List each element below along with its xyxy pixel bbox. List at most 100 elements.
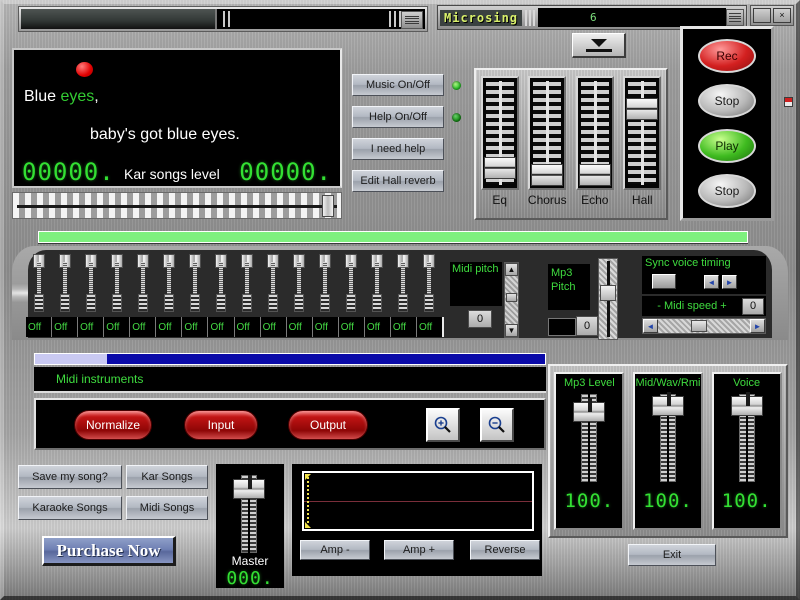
scroll-down-button[interactable]: ▼ [505,324,518,337]
sync-toggle-button[interactable] [652,274,676,289]
fx-fader-chorus[interactable]: Chorus [526,76,568,207]
zoom-in-button[interactable] [426,408,460,442]
midi-speed-value[interactable]: 0 [742,297,764,315]
menu-bar-field[interactable] [214,9,425,29]
waveform-cursor[interactable] [307,477,309,525]
speed-right-button[interactable]: ► [750,319,765,333]
mp3-pitch-field[interactable] [548,318,576,336]
fader-slot[interactable] [651,392,685,482]
fader-thumb[interactable] [578,163,611,186]
midi-fader[interactable] [80,254,102,312]
midi-speed-scrollbar[interactable]: ◄ ► [642,318,766,334]
sync-next-button[interactable]: ► [722,275,737,289]
fader-thumb[interactable] [626,97,659,120]
fader-thumb[interactable] [730,392,763,416]
midi-fader[interactable] [132,254,154,312]
fader-slot[interactable] [623,76,662,190]
song-position-slider[interactable] [12,192,342,219]
midi-channel-state[interactable]: Off [417,317,442,337]
level-fader-mp3[interactable]: Mp3 Level 100. [554,372,625,530]
marker-start-bottom-icon[interactable] [305,522,311,528]
midi-fader[interactable] [236,254,258,312]
save-my-song-button[interactable]: Save my song? [18,465,122,489]
midi-channel-state[interactable]: Off [261,317,287,337]
midi-channel-state[interactable]: Off [235,317,261,337]
midi-fader[interactable] [28,254,50,312]
midi-channel-state[interactable]: Off [182,317,209,337]
midi-channel-state[interactable]: Off [156,317,183,337]
midi-fader[interactable] [392,254,414,312]
waveform-view[interactable] [302,471,534,531]
scrollbar-thumb[interactable] [691,320,707,332]
fader-slot[interactable] [528,76,567,190]
fader-slot[interactable] [730,392,764,482]
fader-slot[interactable] [480,76,519,190]
minimize-button[interactable] [753,8,771,23]
output-button[interactable]: Output [288,410,368,440]
midi-channel-state[interactable]: Off [391,317,417,337]
scrollbar-thumb[interactable] [506,293,517,302]
window-menu-bar[interactable] [18,6,428,32]
reverse-button[interactable]: Reverse [470,540,540,560]
kar-songs-button[interactable]: Kar Songs [126,465,208,489]
fader-slot[interactable] [575,76,614,190]
fx-fader-hall[interactable]: Hall [621,76,663,207]
midi-pitch-scrollbar[interactable]: ▲ ▼ [504,262,519,338]
fader-thumb[interactable] [531,163,564,186]
level-fader-voice[interactable]: Voice 100. [711,372,782,530]
scroll-up-button[interactable]: ▲ [505,263,518,276]
title-grip-icon[interactable] [726,9,744,26]
edit-hall-reverb-button[interactable]: Edit Hall reverb [352,170,444,192]
midi-channel-state[interactable]: Off [78,317,105,337]
stop-button-top[interactable]: Stop [698,84,756,119]
midi-fader[interactable] [106,254,128,312]
midi-fader[interactable] [262,254,284,312]
amp-increase-button[interactable]: Amp + [384,540,454,560]
record-button[interactable]: Rec [698,39,756,74]
slider-thumb[interactable] [322,195,334,217]
exit-button[interactable]: Exit [628,544,716,566]
fx-fader-echo[interactable]: Echo [574,76,616,207]
midi-channel-state[interactable]: Off [26,317,53,337]
slider-thumb[interactable] [600,285,616,301]
midi-fader[interactable] [54,254,76,312]
karaoke-songs-button[interactable]: Karaoke Songs [18,496,122,520]
midi-channel-state[interactable]: Off [313,317,339,337]
midi-fader[interactable] [366,254,388,312]
title-value-field[interactable]: 6 [538,8,726,27]
close-button[interactable]: × [773,8,791,23]
input-button[interactable]: Input [184,410,258,440]
i-need-help-button[interactable]: I need help [352,138,444,160]
midi-fader[interactable] [158,254,180,312]
menu-grip-icon[interactable] [401,11,423,29]
midi-channel-state[interactable]: Off [287,317,313,337]
help-on-off-button[interactable]: Help On/Off [352,106,444,128]
amp-decrease-button[interactable]: Amp - [300,540,370,560]
midi-channel-state[interactable]: Off [130,317,157,337]
midi-fader[interactable] [340,254,362,312]
midi-channel-state[interactable]: Off [365,317,391,337]
dropdown-arrow-button[interactable] [572,33,626,58]
fader-slot[interactable] [232,475,266,553]
fader-thumb[interactable] [483,157,516,180]
marker-start-top-icon[interactable] [305,474,311,480]
midi-songs-button[interactable]: Midi Songs [126,496,208,520]
level-fader-midwavrmi[interactable]: Mid/Wav/Rmi 100. [632,372,703,530]
speed-left-button[interactable]: ◄ [643,319,658,333]
song-progress-bar[interactable] [38,231,748,243]
midi-channel-state[interactable]: Off [104,317,131,337]
midi-fader[interactable] [184,254,206,312]
midi-fader[interactable] [210,254,232,312]
fader-thumb[interactable] [233,475,265,499]
midi-fader[interactable] [314,254,336,312]
music-on-off-button[interactable]: Music On/Off [352,74,444,96]
zoom-out-button[interactable] [480,408,514,442]
midi-channel-state[interactable]: Off [52,317,79,337]
normalize-button[interactable]: Normalize [74,410,152,440]
stop-button-bottom[interactable]: Stop [698,173,756,208]
mp3-pitch-slider[interactable] [598,258,618,340]
midi-pitch-value[interactable]: 0 [468,310,492,328]
play-button[interactable]: Play [698,128,756,163]
fader-thumb[interactable] [651,392,684,416]
midi-channel-state[interactable]: Off [339,317,365,337]
